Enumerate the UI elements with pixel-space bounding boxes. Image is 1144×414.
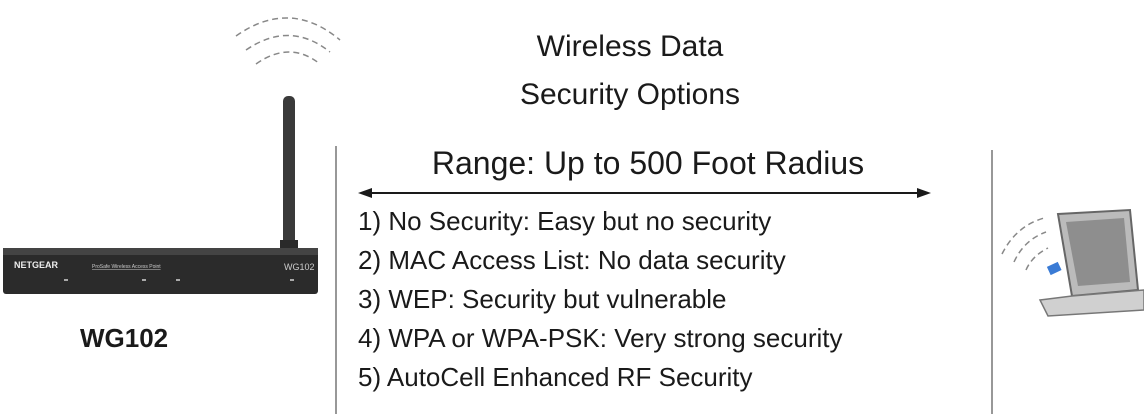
- device-model-label: WG102: [80, 323, 169, 353]
- wireless-signal-icon: [235, 17, 341, 65]
- diagram-title-line-2: Security Options: [519, 78, 741, 111]
- security-option-1: 1) No Security: Easy but no security: [358, 206, 772, 236]
- range-label: Range: Up to 500 Foot Radius: [431, 145, 865, 181]
- laptop-signal-icon: [1001, 217, 1049, 271]
- security-option-3: 3) WEP: Security but vulnerable: [358, 284, 727, 314]
- security-option-5: 5) AutoCell Enhanced RF Security: [358, 362, 753, 392]
- security-option-4: 4) WPA or WPA-PSK: Very strong security: [358, 323, 843, 353]
- laptop-icon: [1038, 208, 1144, 317]
- security-option-2: 2) MAC Access List: No data security: [358, 245, 786, 275]
- model-badge: WG102: [284, 262, 315, 272]
- brand-text: NETGEAR: [14, 260, 59, 270]
- diagram-title-line-1: Wireless Data: [536, 30, 724, 63]
- access-point-icon: NETGEAR ProSafe Wireless Access Point WG…: [3, 96, 318, 294]
- range-arrow: [358, 188, 931, 198]
- product-line-text: ProSafe Wireless Access Point: [92, 264, 161, 270]
